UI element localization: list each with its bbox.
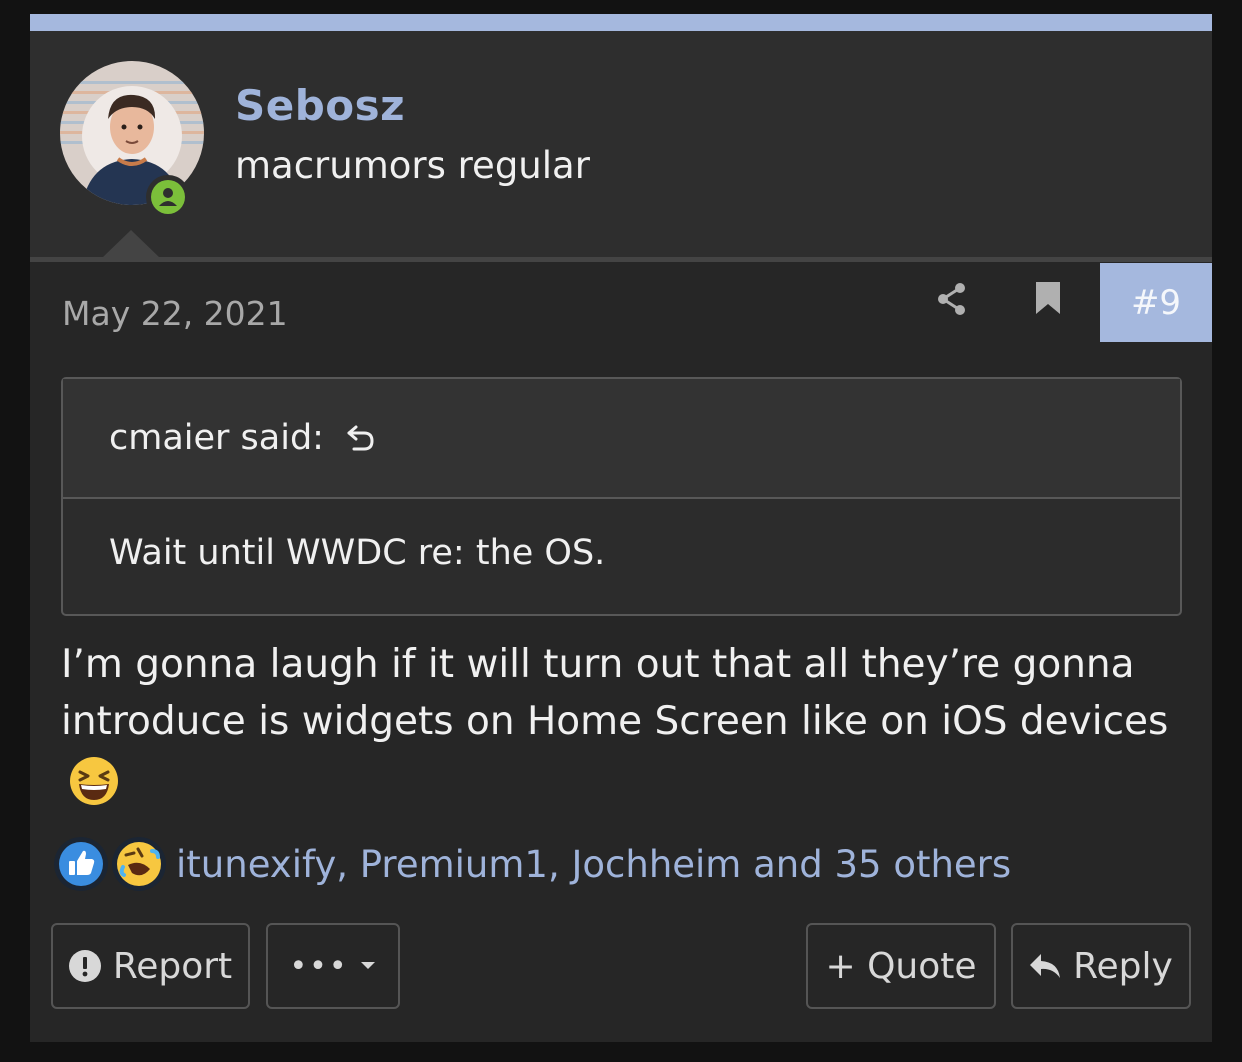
post-number-link[interactable]: #9 [1100, 263, 1212, 342]
rofl-icon[interactable] [112, 837, 166, 891]
message-body: I’m gonna laugh if it will turn out that… [61, 636, 1181, 807]
user-header: Sebosz macrumors regular [30, 31, 1212, 262]
share-icon[interactable] [936, 282, 968, 316]
jump-to-quote-icon[interactable] [344, 421, 378, 455]
online-user-icon [151, 180, 185, 214]
post-top-bar [30, 14, 1212, 31]
like-icon[interactable] [54, 837, 108, 891]
username-link[interactable]: Sebosz [235, 81, 405, 130]
quote-label: + Quote [825, 945, 977, 987]
bookmark-icon[interactable] [1036, 282, 1060, 314]
reply-label: Reply [1073, 945, 1173, 987]
quote-author[interactable]: cmaier said: [109, 418, 324, 458]
reply-button[interactable]: Reply [1011, 923, 1191, 1009]
alert-icon [68, 950, 101, 982]
report-button[interactable]: Report [51, 923, 250, 1009]
quote-text: Wait until WWDC re: the OS. [109, 533, 606, 573]
laughing-emoji [70, 756, 118, 805]
reactions-summary-link[interactable]: itunexify, Premium1, Jochheim and 35 oth… [176, 843, 1011, 886]
chevron-down-icon [360, 962, 375, 969]
user-title: macrumors regular [235, 144, 590, 187]
online-status-badge [146, 175, 190, 219]
report-label: Report [112, 945, 233, 987]
more-label: ••• [289, 948, 349, 984]
user-header-arrow [102, 230, 160, 258]
quote-block: cmaier said: Wait until WWDC re: the OS. [61, 377, 1182, 616]
quote-header[interactable]: cmaier said: [63, 379, 1180, 499]
reply-icon [1030, 954, 1061, 978]
post-date[interactable]: May 22, 2021 [62, 294, 288, 333]
more-options-button[interactable]: ••• [266, 923, 400, 1009]
reactions-bar[interactable]: itunexify, Premium1, Jochheim and 35 oth… [54, 834, 1011, 894]
message-text: I’m gonna laugh if it will turn out that… [61, 642, 1169, 744]
post-container: Sebosz macrumors regular May 22, 2021 #9… [30, 14, 1212, 1042]
quote-button[interactable]: + Quote [806, 923, 996, 1009]
